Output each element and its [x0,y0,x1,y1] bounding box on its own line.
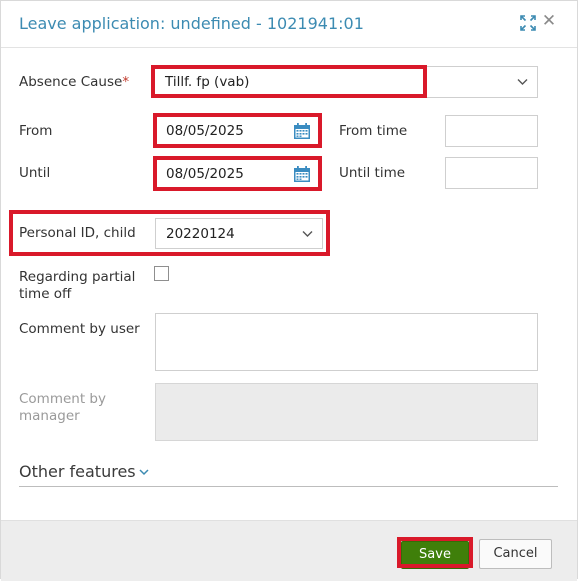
until-time-input[interactable] [445,157,538,189]
personal-id-child-label: Personal ID, child [19,225,136,241]
partial-time-off-checkbox[interactable] [154,266,169,281]
personal-id-child-value: 20220124 [166,225,235,242]
absence-cause-select[interactable]: Tillf. fp (vab) [154,66,538,98]
chevron-down-icon [139,469,149,476]
from-date-value: 08/05/2025 [166,123,244,139]
until-label: Until [19,165,51,181]
absence-cause-label-text: Absence Cause [19,74,123,90]
other-features-label: Other features [19,462,136,481]
from-time-label: From time [339,123,408,139]
from-time-input[interactable] [445,115,538,147]
comment-manager-label: Comment by manager [19,391,106,424]
dialog-footer: Save Cancel [1,520,577,581]
calendar-icon[interactable] [293,122,311,140]
dialog-title: Leave application: undefined - 1021941:0… [19,14,364,33]
comment-user-label: Comment by user [19,321,140,337]
chevron-down-icon [517,79,528,85]
calendar-icon[interactable] [293,165,311,183]
until-date-input[interactable]: 08/05/2025 [158,160,318,188]
cancel-button[interactable]: Cancel [479,539,552,569]
close-icon[interactable]: ✕ [540,12,558,30]
required-mark: * [122,74,130,90]
other-features-toggle[interactable]: Other features [19,462,149,481]
leave-application-dialog: Leave application: undefined - 1021941:0… [0,0,578,581]
comment-manager-textarea [155,383,538,441]
divider [19,486,558,487]
comment-user-textarea[interactable] [155,313,538,371]
absence-cause-label: Absence Cause* [19,74,129,91]
partial-time-off-label: Regarding partial time off [19,269,136,302]
from-date-input[interactable]: 08/05/2025 [158,117,318,145]
save-button[interactable]: Save [401,541,469,569]
until-time-label: Until time [339,165,406,181]
from-label: From [19,123,53,139]
dialog-header: Leave application: undefined - 1021941:0… [1,1,577,48]
expand-icon[interactable] [519,14,537,32]
absence-cause-value: Tillf. fp (vab) [165,74,250,90]
until-date-value: 08/05/2025 [166,166,244,182]
chevron-down-icon [302,230,313,237]
personal-id-child-select[interactable]: 20220124 [155,218,323,249]
